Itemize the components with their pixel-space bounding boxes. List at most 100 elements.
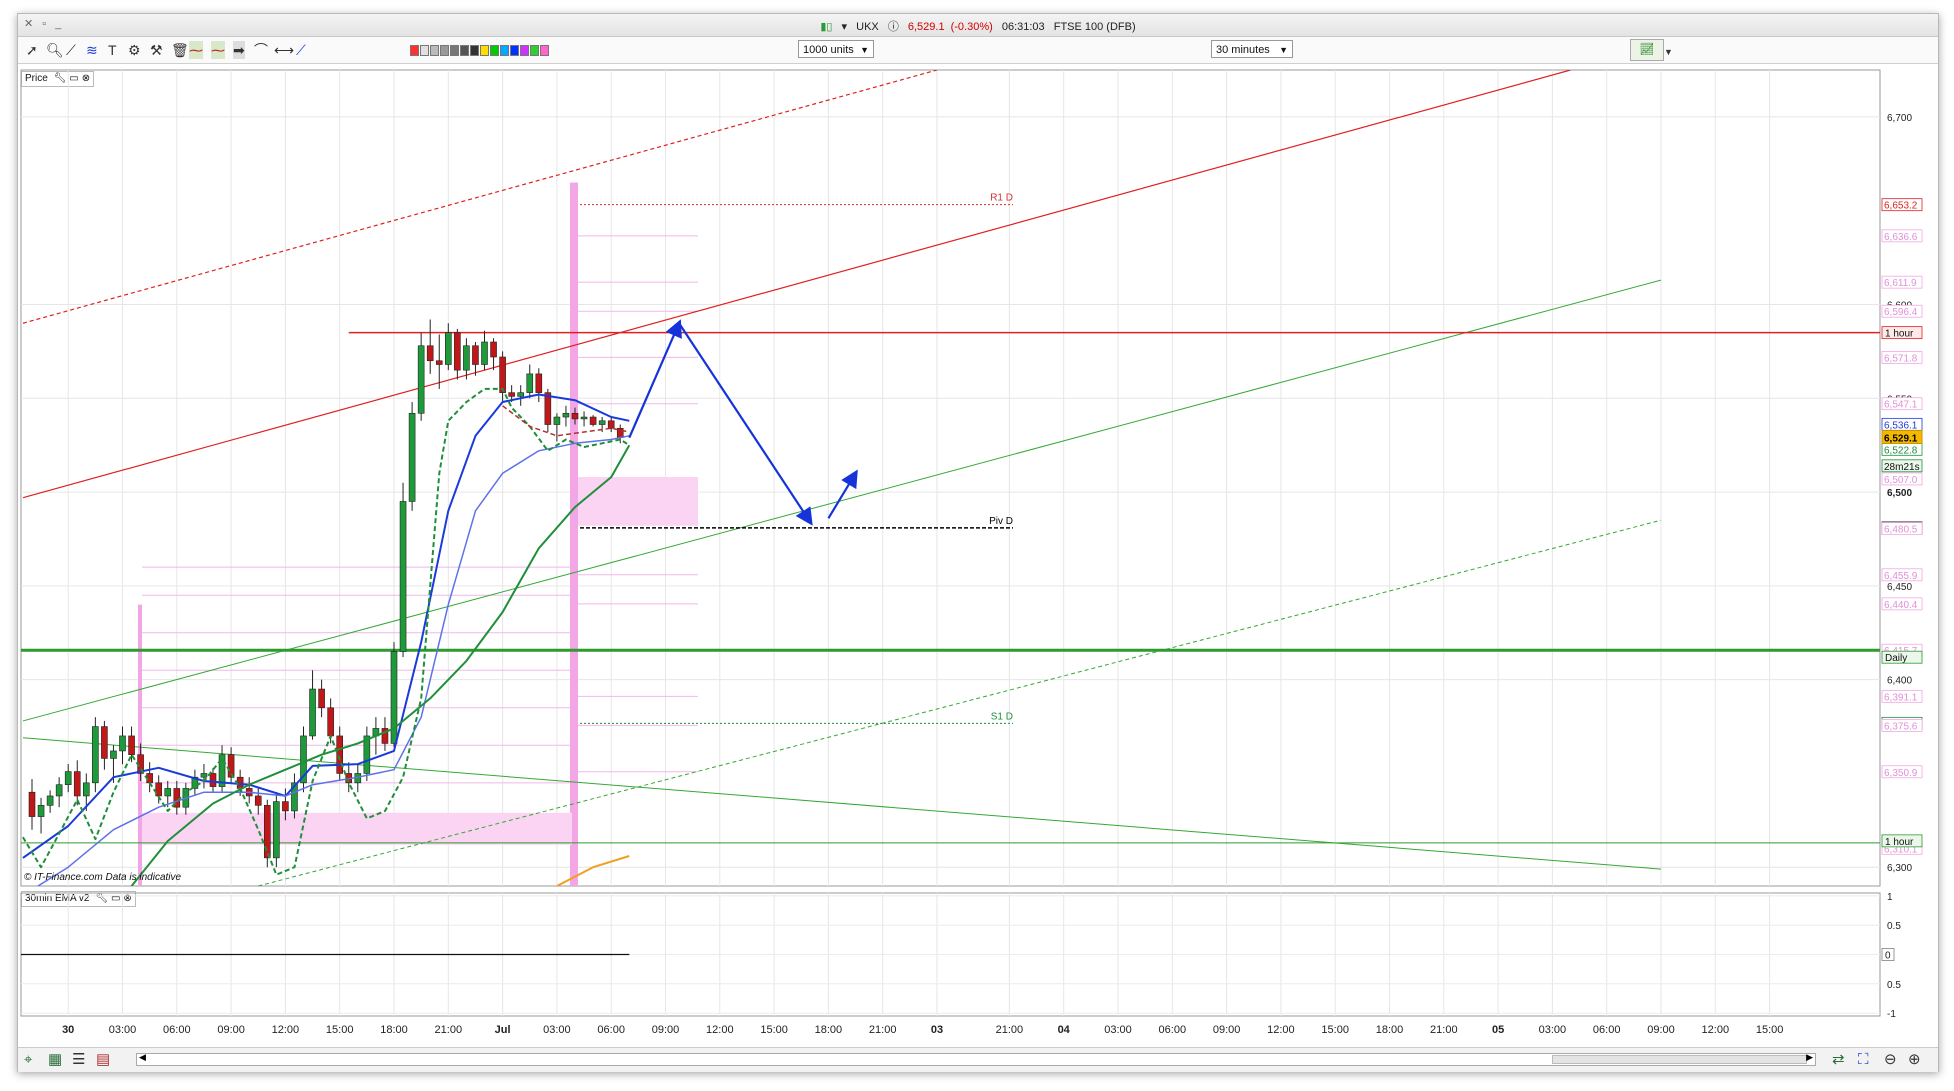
candle-body[interactable]: [254, 795, 262, 806]
price-tag: 6,653.2: [1884, 201, 1918, 212]
candle-body[interactable]: [417, 345, 425, 414]
candle-body[interactable]: [200, 773, 208, 778]
x-tick-label: 05: [1492, 1024, 1504, 1036]
x-tick-label: 03:00: [1104, 1024, 1132, 1036]
candle-body[interactable]: [164, 788, 172, 797]
copyright-note: © IT-Finance.com Data is indicative: [24, 872, 182, 883]
series-orange[interactable]: [556, 855, 630, 886]
ema-y-tick-label: 0.5: [1887, 921, 1901, 932]
price-tag: 6,480.5: [1884, 525, 1918, 536]
candle-body[interactable]: [426, 345, 434, 362]
candle-body[interactable]: [64, 771, 72, 786]
x-tick-label: 12:00: [1267, 1024, 1295, 1036]
trend-line-red-channel-top[interactable]: [22, 70, 938, 324]
x-tick-label: 06:00: [1593, 1024, 1621, 1036]
candle-body[interactable]: [589, 416, 597, 425]
price-tag: 6,571.8: [1884, 353, 1918, 364]
candle-body[interactable]: [37, 805, 45, 817]
candle-body[interactable]: [508, 392, 515, 397]
x-tick-label: 06:00: [163, 1024, 191, 1036]
candle-body[interactable]: [282, 801, 289, 812]
ema-y-tick-label: 0.5: [1887, 980, 1901, 991]
profile-right-bar: [570, 182, 578, 886]
trend-line-green-channel-mid[interactable]: [22, 279, 1662, 722]
candle-body[interactable]: [273, 801, 280, 859]
candle-body[interactable]: [83, 782, 90, 797]
candle-body[interactable]: [399, 501, 407, 652]
candle-body[interactable]: [327, 707, 334, 737]
candle-body[interactable]: [463, 345, 470, 371]
candle-body[interactable]: [490, 341, 497, 358]
candle-body[interactable]: [562, 412, 570, 418]
candle-body[interactable]: [454, 332, 461, 371]
candle-body[interactable]: [119, 735, 126, 752]
ema-y-tick-label: 1: [1887, 892, 1893, 903]
current-price-tag: 6,529.1: [1884, 433, 1918, 444]
candle-body[interactable]: [499, 356, 506, 393]
price-tag: 6,391.1: [1884, 692, 1918, 703]
y-tick-label: 6,500: [1887, 488, 1912, 499]
candle-body[interactable]: [408, 412, 416, 502]
price-tag: 6,536.1: [1884, 420, 1918, 431]
ema-value-tag: 0: [1885, 951, 1891, 962]
candle-body[interactable]: [92, 726, 99, 784]
x-tick-label: 15:00: [326, 1024, 354, 1036]
y-tick-label: 6,700: [1887, 113, 1912, 124]
pivot-label: S1 D: [991, 711, 1013, 722]
candle-body[interactable]: [553, 416, 561, 425]
candle-body[interactable]: [598, 420, 606, 425]
pivot-label: Piv D: [989, 516, 1013, 527]
candle-body[interactable]: [28, 791, 36, 817]
candle-body[interactable]: [101, 726, 108, 759]
price-tag: 6,375.6: [1884, 721, 1918, 732]
x-tick-label: 21:00: [435, 1024, 463, 1036]
x-tick-label: 30: [62, 1024, 74, 1036]
candle-body[interactable]: [544, 392, 552, 425]
candle-body[interactable]: [309, 688, 316, 737]
price-tag: 6,596.4: [1884, 307, 1918, 318]
x-tick-label: Jul: [495, 1024, 511, 1036]
y-tick-label: 6,300: [1887, 863, 1912, 874]
x-tick-label: 12:00: [706, 1024, 734, 1036]
x-tick-label: 21:00: [869, 1024, 897, 1036]
candle-body[interactable]: [55, 784, 63, 797]
candle-body[interactable]: [110, 750, 117, 759]
y-tick-label: 6,450: [1887, 582, 1912, 593]
x-tick-label: 09:00: [652, 1024, 680, 1036]
x-tick-label: 12:00: [272, 1024, 300, 1036]
price-tag: 6,611.9: [1884, 278, 1917, 289]
price-tag: 6,636.6: [1884, 232, 1918, 243]
trend-line-red-channel-mid[interactable]: [22, 70, 1571, 499]
level-tag: 1 hour: [1885, 329, 1914, 340]
x-tick-label: 06:00: [1159, 1024, 1187, 1036]
x-tick-label: 03:00: [543, 1024, 571, 1036]
trend-line-green-channel-low[interactable]: [258, 519, 1662, 886]
x-tick-label: 21:00: [1430, 1024, 1458, 1036]
candle-body[interactable]: [73, 771, 81, 797]
forecast-arrow[interactable]: [628, 319, 682, 439]
candle-body[interactable]: [46, 795, 54, 806]
candle-body[interactable]: [580, 416, 588, 420]
series-dashed_green[interactable]: [22, 387, 630, 876]
series-ema_fast[interactable]: [22, 393, 630, 859]
forecast-arrow[interactable]: [827, 469, 858, 519]
candle-body[interactable]: [481, 341, 488, 365]
price-tag: 6,350.9: [1884, 768, 1918, 779]
candle-body[interactable]: [155, 782, 162, 797]
candle-body[interactable]: [607, 420, 615, 429]
candle-body[interactable]: [318, 688, 325, 709]
candle-body[interactable]: [472, 345, 479, 365]
candle-body[interactable]: [435, 360, 443, 365]
candle-body[interactable]: [336, 735, 344, 774]
candle-body[interactable]: [517, 392, 525, 397]
candle-body[interactable]: [444, 332, 452, 365]
candle-body[interactable]: [526, 373, 534, 393]
price-tag: 6,440.4: [1884, 600, 1918, 611]
plot-layer: [21, 70, 1880, 886]
candle-body[interactable]: [571, 412, 579, 420]
candle-body[interactable]: [209, 773, 217, 787]
candle-body[interactable]: [128, 735, 135, 755]
profile-value-area: [142, 812, 572, 845]
candle-body[interactable]: [535, 373, 543, 393]
price-chart[interactable]: 30 03:00 06:00 09:00 12:00 15:00 18:00 21:00 Jul…: [0, 0, 1954, 1091]
